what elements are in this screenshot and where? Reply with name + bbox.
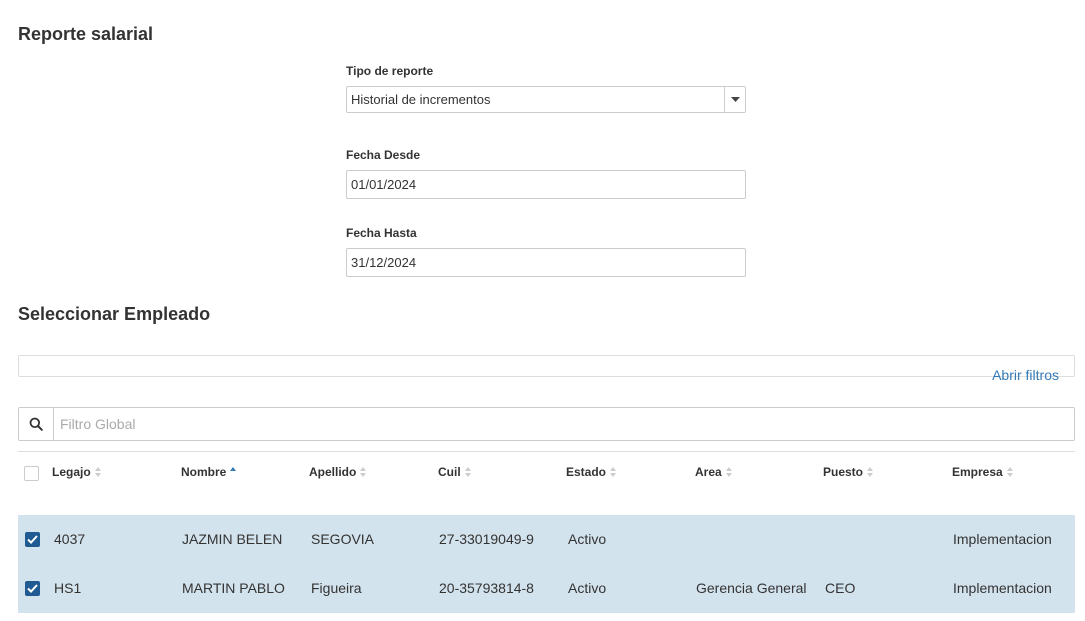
column-label: Puesto — [823, 465, 864, 479]
table-header: Legajo Nombre Apellido Cuil Estado Area … — [18, 451, 1075, 514]
sort-icon — [725, 467, 733, 477]
date-to-input[interactable]: 31/12/2024 — [346, 248, 746, 277]
column-header-cuil[interactable]: Cuil — [438, 465, 472, 479]
date-from-group: Fecha Desde 01/01/2024 — [346, 148, 746, 199]
dropdown-toggle[interactable] — [724, 87, 745, 112]
column-label: Nombre — [181, 465, 227, 479]
sort-icon — [1006, 467, 1014, 477]
column-header-estado[interactable]: Estado — [566, 465, 617, 479]
sort-icon — [464, 467, 472, 477]
cell-nombre: JAZMIN BELEN — [182, 531, 283, 547]
cell-apellido: SEGOVIA — [311, 531, 375, 547]
cell-empresa: Implementacion — [953, 531, 1052, 547]
column-label: Cuil — [438, 465, 461, 479]
check-icon — [27, 535, 38, 544]
caret-down-icon — [730, 97, 740, 102]
report-type-value: Historial de incrementos — [351, 92, 491, 107]
row-checkbox[interactable] — [25, 532, 40, 547]
page-title: Reporte salarial — [18, 24, 154, 44]
sort-icon — [94, 467, 102, 477]
cell-apellido: Figueira — [311, 580, 362, 596]
cell-estado: Activo — [568, 580, 607, 596]
sort-icon — [610, 467, 617, 477]
cell-cuil: 27-33019049-9 — [439, 531, 534, 547]
cell-legajo: 4037 — [54, 531, 86, 547]
sort-icon — [360, 467, 367, 477]
column-label: Legajo — [52, 465, 91, 479]
table-row[interactable]: 4037 JAZMIN BELEN SEGOVIA 27-33019049-9 … — [18, 515, 1075, 564]
search-input[interactable]: Filtro Global — [54, 408, 135, 440]
report-type-group: Tipo de reporte Historial de incrementos — [346, 64, 746, 113]
column-header-apellido[interactable]: Apellido — [309, 465, 367, 479]
column-header-legajo[interactable]: Legajo — [52, 465, 102, 479]
column-label: Estado — [566, 465, 607, 479]
column-header-puesto[interactable]: Puesto — [823, 465, 874, 479]
column-header-area[interactable]: Area — [695, 465, 733, 479]
date-to-label: Fecha Hasta — [346, 226, 417, 240]
select-all-checkbox[interactable] — [24, 466, 39, 481]
employee-section-title: Seleccionar Empleado — [18, 304, 211, 324]
column-label: Apellido — [309, 465, 357, 479]
cell-area: Gerencia General — [696, 580, 807, 596]
row-checkbox[interactable] — [25, 581, 40, 596]
search-icon — [29, 417, 43, 431]
sort-icon — [867, 467, 874, 477]
cell-cuil: 20-35793814-8 — [439, 580, 534, 596]
column-label: Empresa — [952, 465, 1003, 479]
column-header-empresa[interactable]: Empresa — [952, 465, 1014, 479]
report-type-select[interactable]: Historial de incrementos — [346, 86, 746, 113]
search-button[interactable] — [19, 408, 54, 440]
filters-panel — [18, 355, 1075, 377]
global-search: Filtro Global — [18, 407, 1075, 441]
open-filters-link[interactable]: Abrir filtros — [992, 367, 1059, 383]
date-from-label: Fecha Desde — [346, 148, 421, 162]
cell-estado: Activo — [568, 531, 607, 547]
cell-puesto: CEO — [825, 580, 856, 596]
column-header-nombre[interactable]: Nombre — [181, 465, 237, 479]
column-label: Area — [695, 465, 722, 479]
cell-empresa: Implementacion — [953, 580, 1052, 596]
report-type-label: Tipo de reporte — [346, 64, 434, 78]
table-row[interactable]: HS1 MARTIN PABLO Figueira 20-35793814-8 … — [18, 564, 1075, 613]
check-icon — [27, 584, 38, 593]
sort-ascending-icon — [230, 467, 237, 477]
date-from-input[interactable]: 01/01/2024 — [346, 170, 746, 199]
cell-legajo: HS1 — [54, 580, 82, 596]
cell-nombre: MARTIN PABLO — [182, 580, 285, 596]
date-to-group: Fecha Hasta 31/12/2024 — [346, 226, 746, 277]
